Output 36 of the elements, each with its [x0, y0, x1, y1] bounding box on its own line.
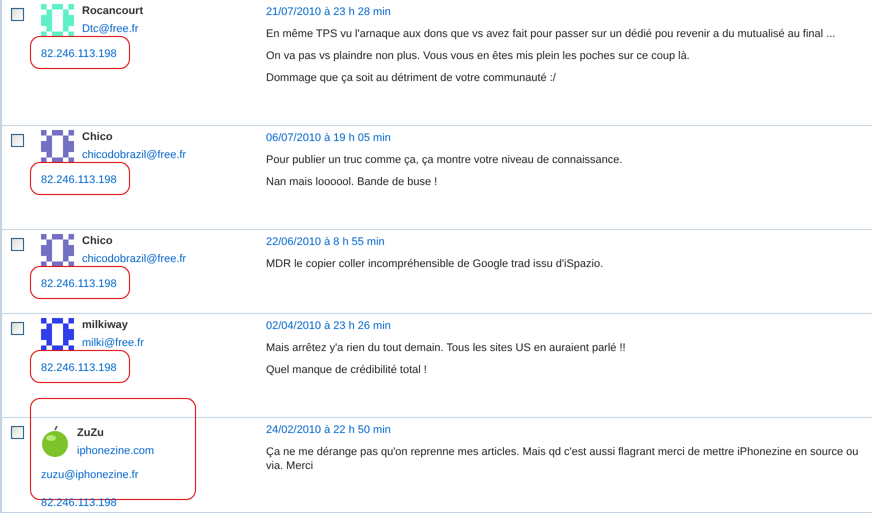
- comment-date[interactable]: 02/04/2010 à 23 h 26 min: [266, 319, 864, 333]
- comment-date[interactable]: 24/02/2010 à 22 h 50 min: [266, 423, 864, 437]
- author-name: Chico: [82, 130, 114, 144]
- apple-icon: [41, 426, 69, 458]
- author-name: ZuZu: [77, 426, 105, 440]
- checkbox[interactable]: [11, 238, 24, 251]
- comment-text: Quel manque de crédibilité total !: [266, 363, 428, 377]
- ip-address[interactable]: 82.246.113.198: [41, 497, 117, 509]
- author-link[interactable]: chicodobrazil@free.fr: [82, 252, 186, 266]
- ip-address[interactable]: 82.246.113.198: [41, 278, 117, 290]
- author-name: milkiway: [82, 318, 129, 332]
- ip-address[interactable]: 82.246.113.198: [41, 48, 117, 60]
- comment-text: Ça ne me dérange pas qu'on reprenne mes articles. Mais qd c'est aussi flagrant merci de mettre iPhonezine en source ou via. Merci: [266, 445, 860, 473]
- author-link[interactable]: iphonezine.com: [77, 444, 154, 458]
- comment-date[interactable]: 22/06/2010 à 8 h 55 min: [266, 235, 864, 249]
- comment-text: MDR le copier coller incompréhensible de Google trad issu d'iSpazio.: [266, 257, 604, 271]
- author-name: Rocancourt: [82, 4, 144, 18]
- author-link[interactable]: zuzu@iphonezine.fr: [41, 469, 138, 481]
- checkbox[interactable]: [11, 322, 24, 335]
- comment-date[interactable]: 06/07/2010 à 19 h 05 min: [266, 131, 864, 145]
- comment-text: On va pas vs plaindre non plus. Vous vous en êtes mis plein les poches sur ce coup là.: [266, 49, 691, 63]
- comment-text: Nan mais loooool. Bande de buse !: [266, 175, 438, 189]
- author-link[interactable]: chicodobrazil@free.fr: [82, 148, 186, 162]
- comment-date[interactable]: 21/07/2010 à 23 h 28 min: [266, 5, 864, 19]
- checkbox[interactable]: [11, 426, 24, 439]
- checkbox[interactable]: [11, 8, 24, 21]
- checkbox[interactable]: [11, 134, 24, 147]
- ip-address[interactable]: 82.246.113.198: [41, 174, 117, 186]
- author-name: Chico: [82, 234, 114, 248]
- ip-address[interactable]: 82.246.113.198: [41, 362, 117, 374]
- comment-text: En même TPS vu l'arnaque aux dons que vs avez fait pour passer sur un dédié pou revenir a du mutualisé au final ...: [266, 27, 836, 41]
- author-link[interactable]: Dtc@free.fr: [82, 22, 144, 36]
- comment-text: Dommage que ça soit au détriment de votre communauté :/: [266, 71, 557, 85]
- comment-text: Mais arrêtez y'a rien du tout demain. Tous les sites US en auraient parlé !!: [266, 341, 627, 355]
- author-link[interactable]: milki@free.fr: [82, 336, 144, 350]
- comment-text: Pour publier un truc comme ça, ça montre votre niveau de connaissance.: [266, 153, 624, 167]
